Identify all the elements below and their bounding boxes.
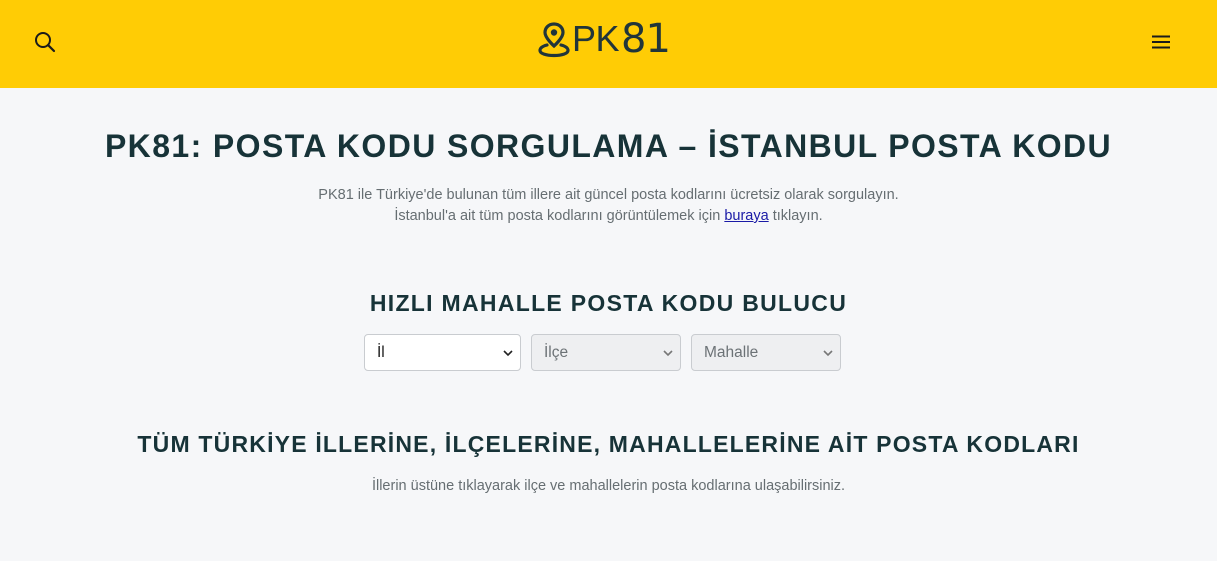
intro-line-2: İstanbul'a ait tüm posta kodlarını görün… (0, 206, 1217, 227)
search-icon (35, 32, 56, 53)
menu-button[interactable] (1145, 29, 1177, 55)
istanbul-link[interactable]: buraya (724, 208, 768, 224)
il-select-value: İl (377, 343, 385, 361)
chevron-down-icon (823, 350, 833, 357)
site-logo[interactable]: PK 81 (538, 16, 671, 62)
intro-text: PK81 ile Türkiye'de bulunan tüm illere a… (0, 185, 1217, 227)
hamburger-menu-icon (1152, 35, 1170, 49)
chevron-down-icon (663, 350, 673, 357)
location-pin-icon (538, 22, 570, 58)
ilce-select-value: İlçe (544, 343, 569, 361)
site-header: PK 81 (0, 0, 1217, 88)
intro-line-1: PK81 ile Türkiye'de bulunan tüm illere a… (318, 187, 899, 203)
page-title: PK81: POSTA KODU SORGULAMA – İSTANBUL PO… (104, 128, 1113, 164)
logo-number: 81 (621, 16, 671, 62)
intro-line-2-start: İstanbul'a ait tüm posta kodlarını görün… (394, 208, 721, 224)
all-codes-title: TÜM TÜRKİYE İLLERİNE, İLÇELERİNE, MAHALL… (137, 431, 1080, 457)
mahalle-select[interactable]: Mahalle (691, 334, 841, 371)
ilce-select[interactable]: İlçe (531, 334, 681, 371)
logo-text: PK (572, 18, 620, 59)
mahalle-select-value: Mahalle (704, 343, 759, 361)
all-codes-description: İllerin üstüne tıklayarak ilçe ve mahall… (371, 478, 846, 494)
search-button[interactable] (30, 29, 60, 55)
chevron-down-icon (503, 350, 513, 357)
finder-title: HIZLI MAHALLE POSTA KODU BULUCU (369, 290, 848, 316)
il-select[interactable]: İl (364, 334, 521, 371)
intro-line-2-end: tıklayın. (772, 208, 823, 224)
